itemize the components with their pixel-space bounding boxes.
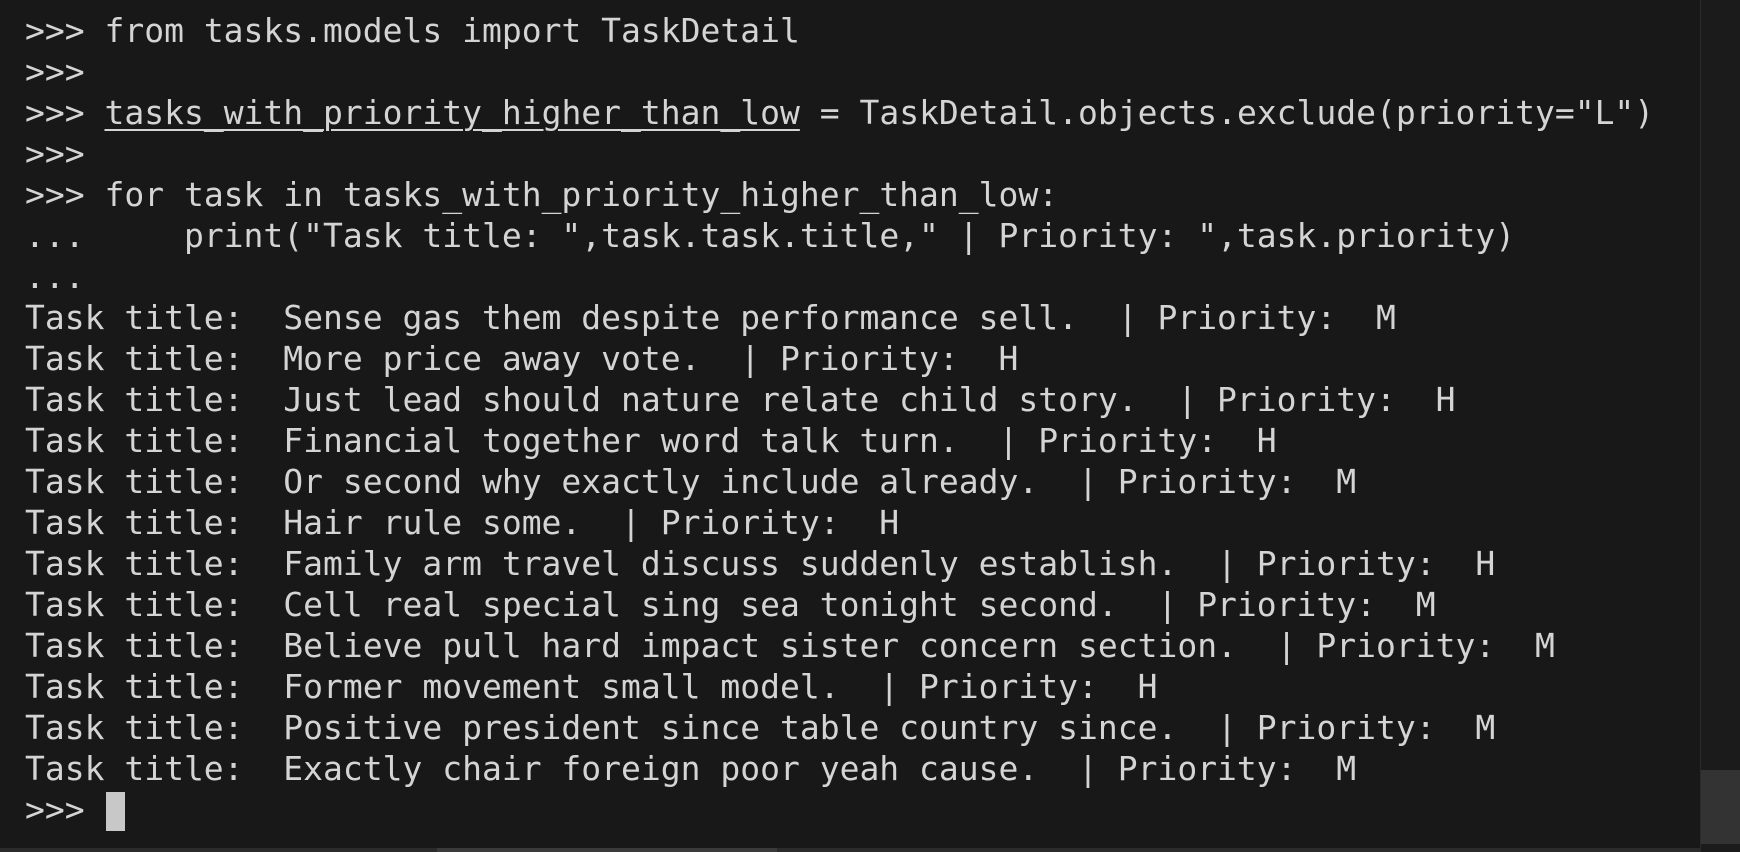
output-line: Task title: Former movement small model.… [25, 667, 1158, 706]
variable-link[interactable]: tasks_with_priority_higher_than_low [104, 93, 799, 132]
code-text: for task in tasks_with_priority_higher_t… [84, 175, 1059, 214]
output-line: Task title: Financial together word talk… [25, 421, 1277, 460]
scrollbar-thumb[interactable] [1701, 770, 1740, 844]
output-line: Task title: Sense gas them despite perfo… [25, 298, 1396, 337]
vertical-scrollbar[interactable] [1700, 0, 1740, 852]
horizontal-scrollbar-thumb[interactable] [437, 848, 777, 852]
output-line: Task title: Cell real special sing sea t… [25, 585, 1436, 624]
input-line-3: >>> tasks_with_priority_higher_than_low … [25, 92, 1654, 133]
output-line: Task title: Or second why exactly includ… [25, 462, 1357, 501]
input-line-7: ... [25, 256, 1654, 297]
active-input-line[interactable]: >>> [25, 789, 1654, 831]
output-line: Task title: Positive president since tab… [25, 708, 1496, 747]
horizontal-scrollbar[interactable] [0, 848, 1700, 852]
text-cursor [106, 792, 126, 831]
output-line: Task title: Just lead should nature rela… [25, 380, 1456, 419]
continuation-prompt: ... [25, 216, 85, 255]
code-text: = TaskDetail.objects.exclude(priority="L… [799, 93, 1655, 132]
input-line-2: >>> [25, 51, 1654, 92]
prompt: >>> [25, 93, 85, 132]
input-line-1: >>> from tasks.models import TaskDetail [25, 10, 1654, 51]
input-line-0: >>> [25, 0, 1654, 10]
terminal-panel[interactable]: >>> >>> from tasks.models import TaskDet… [0, 0, 1740, 852]
output-line: Task title: Exactly chair foreign poor y… [25, 749, 1357, 788]
output-line: Task title: Hair rule some. | Priority: … [25, 503, 900, 542]
prompt: >>> [25, 0, 85, 9]
prompt: >>> [25, 11, 85, 50]
prompt: >>> [25, 134, 85, 173]
output-line: Task title: Believe pull hard impact sis… [25, 626, 1555, 665]
prompt: >>> [25, 175, 85, 214]
output-line: Task title: Family arm travel discuss su… [25, 544, 1496, 583]
code-text: from tasks.models import TaskDetail [84, 11, 800, 50]
input-line-6: ... print("Task title: ",task.task.title… [25, 215, 1654, 256]
prompt: >>> [25, 790, 105, 829]
output-line: Task title: More price away vote. | Prio… [25, 339, 1019, 378]
code-text: print("Task title: ",task.task.title," |… [84, 216, 1516, 255]
terminal-output: >>> >>> from tasks.models import TaskDet… [25, 0, 1654, 831]
input-line-4: >>> [25, 133, 1654, 174]
prompt: >>> [25, 52, 85, 91]
continuation-prompt: ... [25, 257, 85, 296]
input-line-5: >>> for task in tasks_with_priority_high… [25, 174, 1654, 215]
